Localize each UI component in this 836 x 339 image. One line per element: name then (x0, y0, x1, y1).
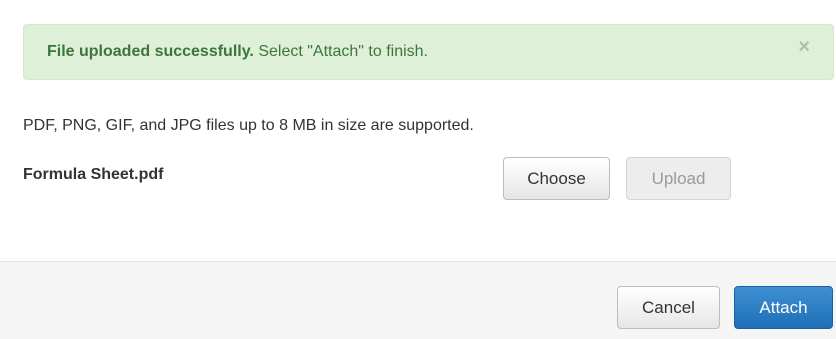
alert-strong-text: File uploaded successfully. (47, 43, 254, 60)
cancel-button[interactable]: Cancel (617, 286, 720, 329)
success-alert: File uploaded successfully. Select "Atta… (23, 24, 834, 80)
upload-button[interactable]: Upload (626, 157, 731, 200)
selected-file-name: Formula Sheet.pdf (23, 166, 164, 183)
attach-button[interactable]: Attach (734, 286, 833, 329)
choose-button[interactable]: Choose (503, 157, 610, 200)
close-icon[interactable]: × (798, 25, 810, 69)
alert-message: Select "Attach" to finish. (253, 43, 428, 60)
supported-files-text: PDF, PNG, GIF, and JPG files up to 8 MB … (23, 117, 474, 134)
